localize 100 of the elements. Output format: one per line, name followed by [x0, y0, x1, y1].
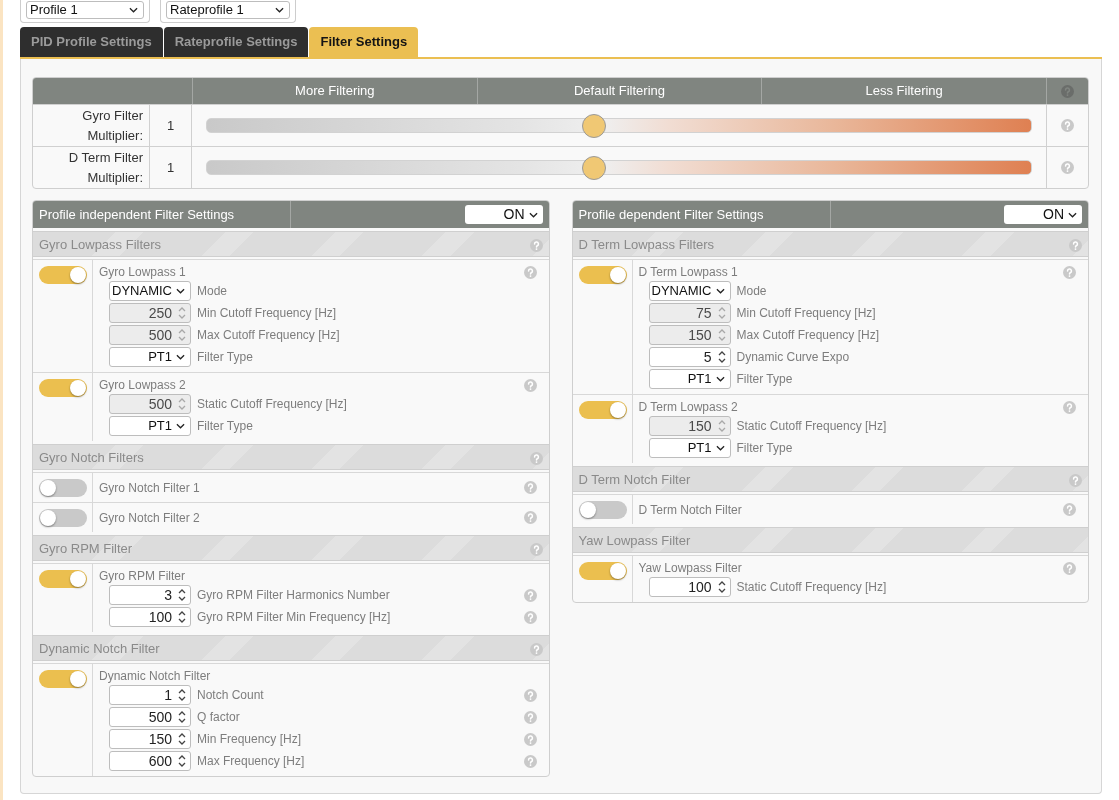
tab[interactable]: Filter Settings — [309, 27, 419, 57]
toggle-switch[interactable] — [578, 266, 627, 284]
chevron-down-icon — [715, 376, 725, 382]
toggle-switch[interactable] — [39, 479, 87, 497]
field-label: Q factor — [197, 709, 240, 726]
number-field[interactable]: 100 — [109, 607, 191, 627]
number-field[interactable]: 100 — [648, 577, 731, 597]
number-field[interactable]: 500 — [109, 707, 191, 727]
filter-name: D Term Lowpass 1 — [638, 264, 738, 281]
help-icon[interactable] — [1063, 265, 1076, 279]
row-label: D Term Filter Multiplier: — [33, 146, 150, 188]
field-label: Filter Type — [736, 371, 793, 388]
toggle-switch[interactable] — [39, 509, 87, 527]
spinner-arrows-icon[interactable] — [178, 588, 186, 602]
chevron-down-icon — [715, 288, 725, 294]
field-label: Max Frequency [Hz] — [197, 753, 305, 770]
help-icon[interactable] — [529, 238, 543, 252]
spinner-arrows-icon[interactable] — [178, 732, 186, 746]
profile-dropdown[interactable]: Rateprofile 1 — [166, 1, 290, 19]
spinner-arrows-icon[interactable] — [178, 688, 186, 702]
number-field[interactable]: 1 — [109, 685, 191, 705]
help-icon[interactable] — [1061, 84, 1074, 98]
filter-name: Gyro Notch Filter 2 — [99, 509, 200, 527]
spinner-arrows-icon[interactable] — [178, 610, 186, 624]
spinner-arrows-icon[interactable] — [178, 754, 186, 768]
dropdown[interactable]: PT1 — [109, 416, 191, 436]
toggle-switch[interactable] — [39, 379, 87, 397]
help-icon[interactable] — [529, 451, 543, 465]
field-label: Static Cutoff Frequency [Hz] — [197, 396, 347, 413]
profile-dropdown[interactable]: Profile 1 — [26, 1, 144, 19]
tab[interactable]: PID Profile Settings — [20, 27, 163, 57]
filter-name: Dynamic Notch Filter — [99, 668, 211, 685]
toggle-switch[interactable] — [578, 562, 627, 580]
tab[interactable]: Rateprofile Settings — [163, 27, 309, 57]
number-field[interactable]: 5 — [648, 347, 731, 367]
field-label: Filter Type — [736, 440, 793, 457]
chevron-down-icon — [176, 423, 185, 429]
number-field[interactable]: 150 — [109, 729, 191, 749]
field-label: Max Cutoff Frequency [Hz] — [736, 327, 879, 344]
chevron-down-icon — [129, 7, 138, 13]
dropdown[interactable]: PT1 — [648, 369, 731, 389]
section-title: Dynamic Notch Filter — [39, 640, 160, 659]
chevron-down-icon — [1068, 211, 1077, 218]
toggle-switch[interactable] — [578, 501, 627, 519]
help-icon[interactable] — [523, 378, 537, 392]
help-icon[interactable] — [523, 732, 537, 746]
help-icon[interactable] — [1061, 119, 1074, 132]
field-label: Static Cutoff Frequency [Hz] — [736, 418, 887, 435]
row-value: 1 — [150, 146, 192, 188]
help-icon[interactable] — [523, 710, 537, 724]
help-icon[interactable] — [1063, 561, 1076, 575]
help-icon[interactable] — [1069, 473, 1082, 487]
toggle-switch[interactable] — [39, 570, 87, 588]
help-icon[interactable] — [523, 265, 537, 279]
dropdown[interactable]: PT1 — [109, 347, 191, 367]
chevron-down-icon — [275, 7, 284, 13]
help-icon[interactable] — [529, 542, 543, 556]
section-title: D Term Notch Filter — [578, 471, 691, 490]
chevron-down-icon — [715, 445, 725, 451]
help-icon[interactable] — [1069, 238, 1082, 252]
slider-thumb[interactable] — [582, 113, 607, 138]
toggle-switch[interactable] — [39, 266, 87, 284]
dropdown[interactable]: DYNAMIC — [648, 281, 731, 301]
dropdown[interactable]: ON — [1004, 205, 1082, 224]
dropdown[interactable]: ON — [464, 205, 543, 224]
toggle-switch[interactable] — [39, 670, 87, 688]
help-icon[interactable] — [523, 688, 537, 702]
column-header: More Filtering — [192, 78, 477, 104]
field-label: Dynamic Curve Expo — [736, 349, 850, 366]
help-icon[interactable] — [523, 588, 537, 602]
chevron-down-icon — [528, 211, 538, 218]
field-label: Max Cutoff Frequency [Hz] — [197, 327, 340, 344]
field-label: Gyro RPM Filter Min Frequency [Hz] — [197, 609, 391, 626]
panel-title: Profile independent Filter Settings — [39, 205, 235, 224]
row-label: Gyro Filter Multiplier: — [33, 104, 150, 146]
spinner-arrows-icon[interactable] — [717, 580, 726, 594]
help-icon[interactable] — [523, 610, 537, 624]
help-icon[interactable] — [1061, 161, 1074, 174]
filter-name: Gyro Lowpass 1 — [99, 264, 186, 281]
spinner-arrows-icon[interactable] — [717, 350, 726, 364]
field-label: Min Frequency [Hz] — [197, 731, 302, 748]
help-icon[interactable] — [1063, 503, 1076, 516]
dropdown[interactable]: PT1 — [648, 438, 731, 458]
help-icon[interactable] — [529, 642, 543, 656]
help-icon[interactable] — [523, 511, 537, 524]
spinner-arrows-icon[interactable] — [178, 710, 186, 724]
toggle-switch[interactable] — [578, 401, 627, 419]
slider-thumb[interactable] — [582, 155, 607, 180]
field-label: Mode — [197, 283, 228, 300]
number-field[interactable]: 600 — [109, 751, 191, 771]
help-icon[interactable] — [523, 754, 537, 768]
dropdown[interactable]: DYNAMIC — [109, 281, 191, 301]
column-header: Default Filtering — [476, 78, 762, 104]
help-icon[interactable] — [1063, 400, 1076, 414]
filter-name: Gyro Lowpass 2 — [99, 377, 186, 394]
column-header: Less Filtering — [761, 78, 1046, 104]
number-field[interactable]: 3 — [109, 585, 191, 605]
filter-name: Yaw Lowpass Filter — [638, 560, 742, 577]
field-label: Min Cutoff Frequency [Hz] — [197, 305, 337, 322]
help-icon[interactable] — [523, 481, 537, 494]
